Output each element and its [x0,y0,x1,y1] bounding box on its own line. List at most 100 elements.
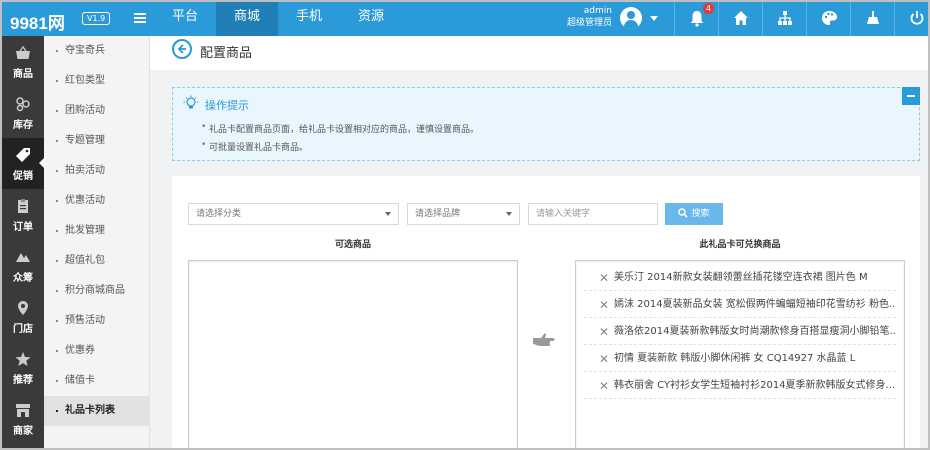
tips-title: 操作提示 [205,99,249,112]
basket-icon [16,45,30,59]
main-content: 配置商品 操作提示 礼品卡配置商品页面，给礼品卡设置相对应的商品，谨慎设置商品。… [150,36,928,448]
tag-icon [16,148,30,162]
logo: 9981网 [10,14,65,33]
nav-platform[interactable]: 平台 [154,2,216,36]
list-item[interactable]: ✕ 初情 夏装新款 韩版小脚休闲裤 女 CQ14927 水晶蓝 L [584,346,896,372]
category-select[interactable]: 请选择分类 [188,203,399,225]
sidebar-item-label: 推荐 [13,375,33,386]
sitemap-button[interactable] [762,2,806,36]
goods-name: 美乐汀 2014新款女装翻领蕾丝插花镂空连衣裙 图片色 M [614,272,868,283]
goods-name: 初情 夏装新款 韩版小脚休闲裤 女 CQ14927 水晶蓝 L [614,353,856,364]
back-arrow-icon [177,44,186,54]
submenu-item-points-mall[interactable]: 积分商城商品 [44,276,149,306]
sidebar-item-stores[interactable]: 门店 [2,291,44,342]
tips-box: 操作提示 礼品卡配置商品页面，给礼品卡设置相对应的商品，谨慎设置商品。 可批量设… [172,87,920,161]
chevron-down-icon[interactable] [650,16,658,21]
sidebar-item-label: 众筹 [13,273,33,284]
list-item[interactable]: ✕ 韩衣丽舍 CY衬衫女学生短袖衬衫2014夏季新款韩版女式修身... [584,373,896,399]
top-bar: 9981网 V1.9 平台 商城 手机 资源 admin 超级管理员 4 [2,2,928,36]
page-header: 配置商品 [150,36,928,70]
palette-icon [822,11,837,25]
submenu: 夺宝奇兵 红包类型 团购活动 专题管理 拍卖活动 优惠活动 批发管理 超值礼包 … [44,36,150,448]
submenu-item-discounts[interactable]: 优惠活动 [44,186,149,216]
submenu-item-stored-value-cards[interactable]: 储值卡 [44,366,149,396]
sidebar-item-label: 商家 [13,426,33,437]
remove-icon[interactable]: ✕ [599,346,609,371]
avatar[interactable] [620,7,642,29]
goods-name: 嫣沫 2014夏装新品女装 宽松假两件蝙蝠短袖印花雪纺衫 粉色... [614,299,896,310]
submenu-item-treasure-hunt[interactable]: 夺宝奇兵 [44,36,149,66]
submenu-item-group-buy[interactable]: 团购活动 [44,96,149,126]
selected-goods-title: 此礼品卡可兑换商品 [699,240,781,250]
selected-goods-list[interactable]: ✕ 美乐汀 2014新款女装翻领蕾丝插花镂空连衣裙 图片色 M ✕ 嫣沫 2014夏… [575,260,905,448]
top-icon-bar: 4 [674,2,928,36]
goods-name: 韩衣丽舍 CY衬衫女学生短袖衬衫2014夏季新款韩版女式修身... [614,380,896,391]
page-title: 配置商品 [200,46,253,61]
sidebar-item-goods[interactable]: 商品 [2,36,44,87]
home-button[interactable] [718,2,762,36]
sidebar-item-orders[interactable]: 订单 [2,189,44,240]
order-icon [18,199,28,213]
location-icon [18,301,28,315]
remove-icon[interactable]: ✕ [599,265,609,290]
remove-icon[interactable]: ✕ [599,319,609,344]
list-item[interactable]: ✕ 美乐汀 2014新款女装翻领蕾丝插花镂空连衣裙 图片色 M [584,265,896,291]
collapse-tips-button[interactable] [902,87,920,105]
remove-icon[interactable]: ✕ [599,292,609,317]
power-icon [910,11,924,25]
home-icon [734,11,748,25]
menu-toggle-icon[interactable] [134,13,146,25]
bell-icon [690,11,704,27]
theme-button[interactable] [806,2,850,36]
version-badge: V1.9 [82,12,111,25]
top-nav: 平台 商城 手机 资源 [154,2,402,36]
list-item[interactable]: ✕ 薇洛依2014夏装新款韩版女时尚潮款修身百搭显瘦洞小脚铅笔... [584,319,896,345]
submenu-item-wholesale[interactable]: 批发管理 [44,216,149,246]
app-window: 9981网 V1.9 平台 商城 手机 资源 admin 超级管理员 4 商品 … [0,0,930,450]
submenu-item-coupons[interactable]: 优惠券 [44,336,149,366]
brand-select[interactable]: 请选择品牌 [407,203,520,225]
stock-icon [16,97,30,112]
list-item[interactable]: ✕ 嫣沫 2014夏装新品女装 宽松假两件蝙蝠短袖印花雪纺衫 粉色... [584,292,896,318]
nav-resources[interactable]: 资源 [340,2,402,36]
broom-icon [867,11,879,24]
sidebar-item-merchants[interactable]: 商家 [2,393,44,444]
user-name: admin [583,6,612,16]
sidebar-item-recommend[interactable]: 推荐 [2,342,44,393]
available-goods-title: 可选商品 [334,240,371,250]
chevron-down-icon [385,212,391,216]
submenu-item-value-packs[interactable]: 超值礼包 [44,246,149,276]
star-icon [15,352,31,366]
remove-icon[interactable]: ✕ [599,373,609,398]
sidebar-item-label: 商品 [13,69,33,80]
submenu-item-topics[interactable]: 专题管理 [44,126,149,156]
category-select-value: 请选择分类 [196,209,242,219]
notifications-button[interactable]: 4 [674,2,718,36]
sidebar-item-crowdfunding[interactable]: 众筹 [2,240,44,291]
tips-line: 礼品卡配置商品页面，给礼品卡设置相对应的商品，谨慎设置商品。 [201,122,479,135]
clear-cache-button[interactable] [850,2,894,36]
sidebar-item-stock[interactable]: 库存 [2,87,44,138]
chevron-down-icon [506,212,512,216]
submenu-item-presale[interactable]: 预售活动 [44,306,149,336]
submenu-item-gift-card-list[interactable]: 礼品卡列表 [44,396,149,426]
keyword-input[interactable] [528,203,658,225]
submenu-item-red-packet-types[interactable]: 红包类型 [44,66,149,96]
back-button[interactable] [172,39,192,59]
sidebar-item-label: 库存 [13,120,33,131]
available-goods-list[interactable] [188,260,518,448]
nav-mobile[interactable]: 手机 [278,2,340,36]
sidebar-item-promotion[interactable]: 促销 [2,138,45,189]
submenu-item-auctions[interactable]: 拍卖活动 [44,156,149,186]
sidebar-item-label: 门店 [13,324,33,335]
goods-name: 薇洛依2014夏装新款韩版女时尚潮款修身百搭显瘦洞小脚铅笔... [614,326,896,337]
logout-button[interactable] [894,2,928,36]
brand-select-value: 请选择品牌 [415,209,461,219]
store-icon [16,404,30,417]
search-icon [678,208,689,218]
user-info[interactable]: admin 超级管理员 [562,5,612,29]
search-button[interactable]: 搜索 [665,203,723,225]
crowdfund-icon [16,253,30,262]
notification-badge: 4 [703,3,715,14]
nav-mall[interactable]: 商城 [216,2,278,36]
